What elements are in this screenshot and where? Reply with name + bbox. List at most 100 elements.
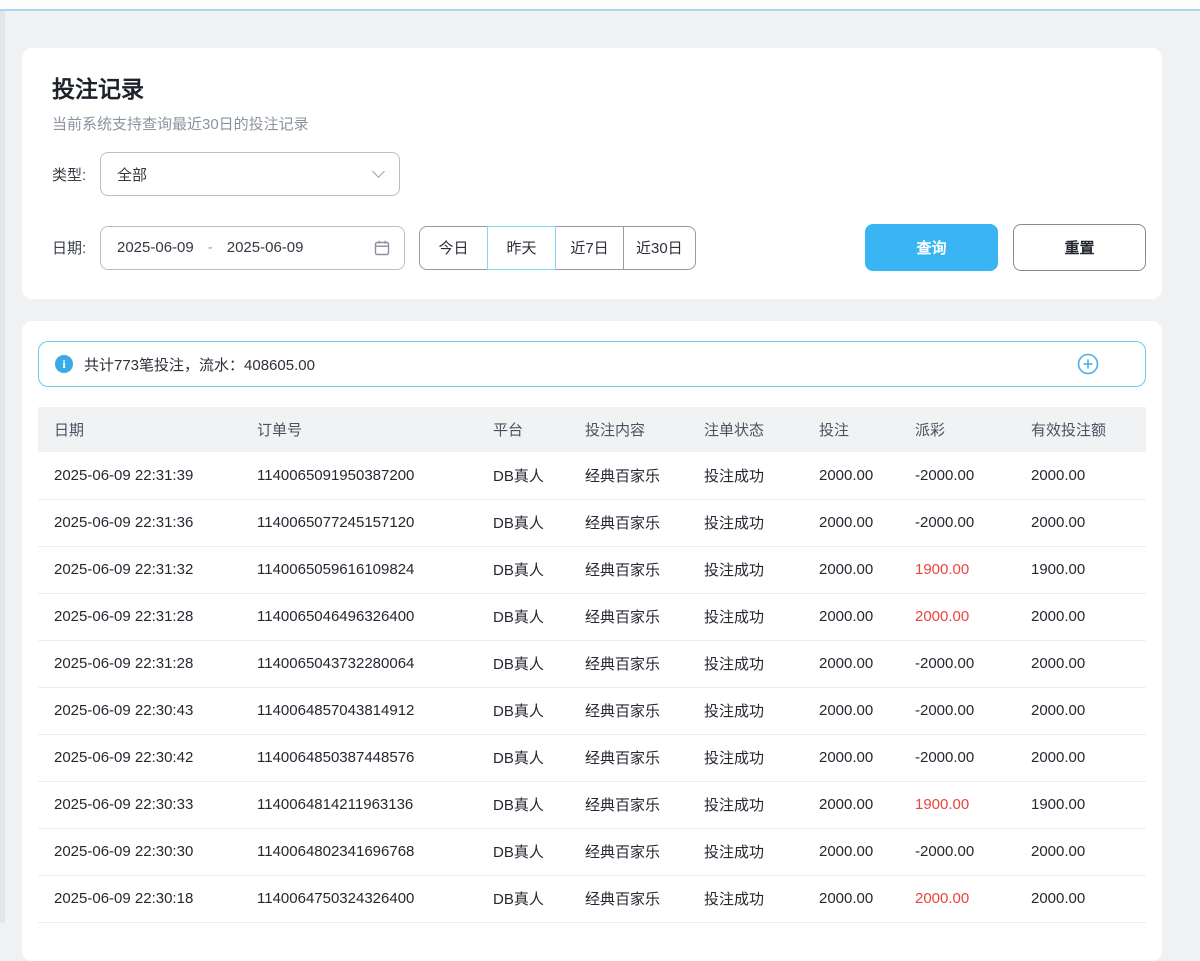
cell-valid_bet: 2000.00 <box>1031 499 1146 546</box>
column-header: 订单号 <box>257 407 493 452</box>
top-accent-line <box>0 9 1200 11</box>
cell-platform: DB真人 <box>493 546 585 593</box>
table-row: 2025-06-09 22:31:391140065091950387200DB… <box>38 452 1146 499</box>
type-select-value: 全部 <box>117 164 147 185</box>
page-title: 投注记录 <box>52 70 1146 104</box>
cell-payout: -2000.00 <box>915 734 1031 781</box>
top-strip <box>0 0 1200 9</box>
cell-status: 投注成功 <box>704 828 819 875</box>
cell-platform: DB真人 <box>493 687 585 734</box>
cell-date: 2025-06-09 22:31:36 <box>38 499 257 546</box>
cell-bet: 2000.00 <box>819 452 915 499</box>
cell-platform: DB真人 <box>493 828 585 875</box>
cell-bet: 2000.00 <box>819 499 915 546</box>
date-range-input[interactable]: 2025-06-09 - 2025-06-09 <box>100 226 405 270</box>
cell-date: 2025-06-09 22:31:28 <box>38 640 257 687</box>
table-row: 2025-06-09 22:30:181140064750324326400DB… <box>38 875 1146 922</box>
chevron-down-icon <box>372 165 385 178</box>
cell-platform: DB真人 <box>493 875 585 922</box>
cell-platform: DB真人 <box>493 452 585 499</box>
cell-content: 经典百家乐 <box>585 546 704 593</box>
cell-order_no: 1140064750324326400 <box>257 875 493 922</box>
table-row: 2025-06-09 22:31:281140065043732280064DB… <box>38 640 1146 687</box>
cell-status: 投注成功 <box>704 734 819 781</box>
cell-status: 投注成功 <box>704 875 819 922</box>
table-row: 2025-06-09 22:31:281140065046496326400DB… <box>38 593 1146 640</box>
cell-date: 2025-06-09 22:31:39 <box>38 452 257 499</box>
column-header: 平台 <box>493 407 585 452</box>
cell-date: 2025-06-09 22:31:28 <box>38 593 257 640</box>
cell-payout: -2000.00 <box>915 452 1031 499</box>
cell-valid_bet: 1900.00 <box>1031 546 1146 593</box>
cell-status: 投注成功 <box>704 781 819 828</box>
cell-platform: DB真人 <box>493 640 585 687</box>
cell-order_no: 1140064850387448576 <box>257 734 493 781</box>
reset-button[interactable]: 重置 <box>1013 224 1146 271</box>
quick-date-last30[interactable]: 近30日 <box>623 226 696 270</box>
cell-platform: DB真人 <box>493 499 585 546</box>
cell-order_no: 1140065059616109824 <box>257 546 493 593</box>
cell-payout: 1900.00 <box>915 546 1031 593</box>
page-subtitle: 当前系统支持查询最近30日的投注记录 <box>52 113 1146 134</box>
cell-valid_bet: 2000.00 <box>1031 640 1146 687</box>
cell-status: 投注成功 <box>704 499 819 546</box>
type-label: 类型: <box>52 164 100 185</box>
cell-valid_bet: 2000.00 <box>1031 452 1146 499</box>
cell-content: 经典百家乐 <box>585 499 704 546</box>
date-label: 日期: <box>52 237 100 258</box>
query-button[interactable]: 查询 <box>865 224 998 271</box>
date-end-value: 2025-06-09 <box>227 239 304 256</box>
cell-bet: 2000.00 <box>819 593 915 640</box>
cell-platform: DB真人 <box>493 593 585 640</box>
cell-valid_bet: 1900.00 <box>1031 781 1146 828</box>
cell-status: 投注成功 <box>704 546 819 593</box>
table-row: 2025-06-09 22:30:421140064850387448576DB… <box>38 734 1146 781</box>
cell-valid_bet: 2000.00 <box>1031 875 1146 922</box>
filter-actions: 查询 重置 <box>865 224 1146 271</box>
quick-date-yesterday[interactable]: 昨天 <box>487 226 556 270</box>
cell-content: 经典百家乐 <box>585 734 704 781</box>
cell-content: 经典百家乐 <box>585 593 704 640</box>
column-header: 注单状态 <box>704 407 819 452</box>
column-header: 派彩 <box>915 407 1031 452</box>
cell-status: 投注成功 <box>704 452 819 499</box>
cell-platform: DB真人 <box>493 734 585 781</box>
info-icon: i <box>55 355 73 373</box>
cell-bet: 2000.00 <box>819 734 915 781</box>
table-row: 2025-06-09 22:30:301140064802341696768DB… <box>38 828 1146 875</box>
cell-date: 2025-06-09 22:30:42 <box>38 734 257 781</box>
table-header-row: 日期订单号平台投注内容注单状态投注派彩有效投注额 <box>38 407 1146 452</box>
cell-bet: 2000.00 <box>819 781 915 828</box>
cell-order_no: 1140064857043814912 <box>257 687 493 734</box>
cell-order_no: 1140064802341696768 <box>257 828 493 875</box>
cell-date: 2025-06-09 22:30:33 <box>38 781 257 828</box>
cell-status: 投注成功 <box>704 640 819 687</box>
cell-order_no: 1140065091950387200 <box>257 452 493 499</box>
column-header: 投注内容 <box>585 407 704 452</box>
cell-content: 经典百家乐 <box>585 781 704 828</box>
cell-valid_bet: 2000.00 <box>1031 828 1146 875</box>
calendar-icon <box>374 240 390 256</box>
cell-valid_bet: 2000.00 <box>1031 593 1146 640</box>
plus-circle-icon[interactable] <box>1077 353 1099 375</box>
cell-order_no: 1140065046496326400 <box>257 593 493 640</box>
date-separator: - <box>208 239 213 256</box>
cell-status: 投注成功 <box>704 593 819 640</box>
type-select[interactable]: 全部 <box>100 152 400 196</box>
cell-valid_bet: 2000.00 <box>1031 687 1146 734</box>
summary-text: 共计773笔投注，流水：408605.00 <box>84 354 315 375</box>
cell-payout: 2000.00 <box>915 593 1031 640</box>
cell-bet: 2000.00 <box>819 640 915 687</box>
column-header: 日期 <box>38 407 257 452</box>
cell-content: 经典百家乐 <box>585 828 704 875</box>
cell-bet: 2000.00 <box>819 687 915 734</box>
bet-records-table: 日期订单号平台投注内容注单状态投注派彩有效投注额 2025-06-09 22:3… <box>38 407 1146 923</box>
results-panel: i 共计773笔投注，流水：408605.00 日期订单号平台投注内容注单状态投… <box>22 321 1162 961</box>
cell-bet: 2000.00 <box>819 875 915 922</box>
quick-date-last7[interactable]: 近7日 <box>555 226 624 270</box>
cell-order_no: 1140064814211963136 <box>257 781 493 828</box>
cell-bet: 2000.00 <box>819 546 915 593</box>
cell-date: 2025-06-09 22:30:30 <box>38 828 257 875</box>
cell-date: 2025-06-09 22:31:32 <box>38 546 257 593</box>
quick-date-today[interactable]: 今日 <box>419 226 488 270</box>
